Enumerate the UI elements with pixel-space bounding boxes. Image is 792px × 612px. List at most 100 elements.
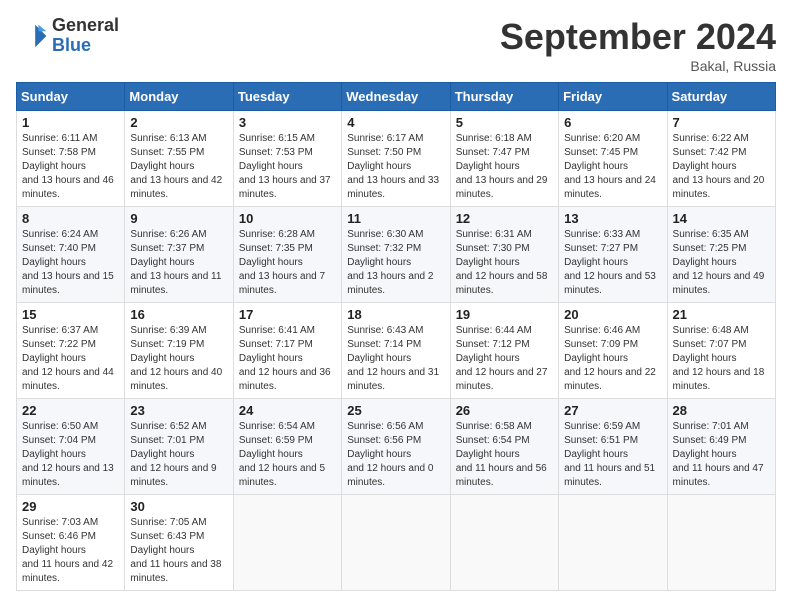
day-number: 30 xyxy=(130,499,227,514)
calendar-week-3: 15 Sunrise: 6:37 AMSunset: 7:22 PMDayligh… xyxy=(17,303,776,399)
day-info: Sunrise: 7:01 AMSunset: 6:49 PMDaylight … xyxy=(673,420,770,490)
calendar-cell xyxy=(233,495,341,591)
calendar-cell: 13 Sunrise: 6:33 AMSunset: 7:27 PMDayligh… xyxy=(559,207,667,303)
calendar-cell: 7Sunrise: 6:22 AMSunset: 7:42 PMDaylight… xyxy=(667,111,775,207)
day-info: Sunrise: 6:18 AMSunset: 7:47 PMDaylight … xyxy=(456,132,553,202)
day-number: 4 xyxy=(347,115,444,130)
day-number: 13 xyxy=(564,211,661,226)
day-number: 18 xyxy=(347,307,444,322)
calendar-header-row: SundayMondayTuesdayWednesdayThursdayFrid… xyxy=(17,83,776,111)
day-info: Sunrise: 6:44 AMSunset: 7:12 PMDaylight … xyxy=(456,324,553,394)
logo: General Blue xyxy=(16,16,119,56)
day-number: 20 xyxy=(564,307,661,322)
day-info: Sunrise: 6:26 AMSunset: 7:37 PMDaylight … xyxy=(130,228,227,298)
calendar-cell: 3 Sunrise: 6:15 AMSunset: 7:53 PMDaylight… xyxy=(233,111,341,207)
calendar-cell: 17 Sunrise: 6:41 AMSunset: 7:17 PMDayligh… xyxy=(233,303,341,399)
calendar-cell: 5 Sunrise: 6:18 AMSunset: 7:47 PMDaylight… xyxy=(450,111,558,207)
day-number: 12 xyxy=(456,211,553,226)
day-info: Sunrise: 6:52 AMSunset: 7:01 PMDaylight … xyxy=(130,420,227,490)
day-info: Sunrise: 6:41 AMSunset: 7:17 PMDaylight … xyxy=(239,324,336,394)
calendar-cell: 15 Sunrise: 6:37 AMSunset: 7:22 PMDayligh… xyxy=(17,303,125,399)
month-title: September 2024 xyxy=(500,16,776,58)
day-info: Sunrise: 6:46 AMSunset: 7:09 PMDaylight … xyxy=(564,324,661,394)
day-number: 21 xyxy=(673,307,770,322)
day-number: 24 xyxy=(239,403,336,418)
day-number: 23 xyxy=(130,403,227,418)
day-header-monday: Monday xyxy=(125,83,233,111)
day-header-sunday: Sunday xyxy=(17,83,125,111)
day-info: Sunrise: 6:24 AMSunset: 7:40 PMDaylight … xyxy=(22,228,119,298)
calendar-cell: 1Sunrise: 6:11 AMSunset: 7:58 PMDaylight… xyxy=(17,111,125,207)
location: Bakal, Russia xyxy=(500,58,776,74)
day-info: Sunrise: 7:03 AMSunset: 6:46 PMDaylight … xyxy=(22,516,119,586)
calendar-table: SundayMondayTuesdayWednesdayThursdayFrid… xyxy=(16,82,776,591)
day-info: Sunrise: 6:13 AMSunset: 7:55 PMDaylight … xyxy=(130,132,227,202)
calendar-cell: 23 Sunrise: 6:52 AMSunset: 7:01 PMDayligh… xyxy=(125,399,233,495)
day-info: Sunrise: 6:20 AMSunset: 7:45 PMDaylight … xyxy=(564,132,661,202)
day-number: 15 xyxy=(22,307,119,322)
day-info: Sunrise: 7:05 AMSunset: 6:43 PMDaylight … xyxy=(130,516,227,586)
day-info: Sunrise: 6:35 AMSunset: 7:25 PMDaylight … xyxy=(673,228,770,298)
day-number: 27 xyxy=(564,403,661,418)
day-info: Sunrise: 6:15 AMSunset: 7:53 PMDaylight … xyxy=(239,132,336,202)
calendar-cell: 25 Sunrise: 6:56 AMSunset: 6:56 PMDayligh… xyxy=(342,399,450,495)
logo-text: General Blue xyxy=(52,16,119,56)
day-header-wednesday: Wednesday xyxy=(342,83,450,111)
calendar-cell: 24 Sunrise: 6:54 AMSunset: 6:59 PMDayligh… xyxy=(233,399,341,495)
calendar-cell: 22Sunrise: 6:50 AMSunset: 7:04 PMDayligh… xyxy=(17,399,125,495)
calendar-cell: 28 Sunrise: 7:01 AMSunset: 6:49 PMDayligh… xyxy=(667,399,775,495)
day-info: Sunrise: 6:33 AMSunset: 7:27 PMDaylight … xyxy=(564,228,661,298)
day-number: 25 xyxy=(347,403,444,418)
calendar-cell: 2 Sunrise: 6:13 AMSunset: 7:55 PMDaylight… xyxy=(125,111,233,207)
day-info: Sunrise: 6:43 AMSunset: 7:14 PMDaylight … xyxy=(347,324,444,394)
day-number: 16 xyxy=(130,307,227,322)
calendar-cell: 19 Sunrise: 6:44 AMSunset: 7:12 PMDayligh… xyxy=(450,303,558,399)
calendar-cell: 16 Sunrise: 6:39 AMSunset: 7:19 PMDayligh… xyxy=(125,303,233,399)
day-info: Sunrise: 6:58 AMSunset: 6:54 PMDaylight … xyxy=(456,420,553,490)
calendar-cell xyxy=(450,495,558,591)
title-block: September 2024 Bakal, Russia xyxy=(500,16,776,74)
page-header: General Blue September 2024 Bakal, Russi… xyxy=(16,16,776,74)
day-info: Sunrise: 6:50 AMSunset: 7:04 PMDaylight … xyxy=(22,420,119,490)
day-header-thursday: Thursday xyxy=(450,83,558,111)
day-number: 2 xyxy=(130,115,227,130)
day-header-saturday: Saturday xyxy=(667,83,775,111)
calendar-cell xyxy=(559,495,667,591)
day-info: Sunrise: 6:17 AMSunset: 7:50 PMDaylight … xyxy=(347,132,444,202)
calendar-cell xyxy=(342,495,450,591)
calendar-cell: 10 Sunrise: 6:28 AMSunset: 7:35 PMDayligh… xyxy=(233,207,341,303)
calendar-cell: 21 Sunrise: 6:48 AMSunset: 7:07 PMDayligh… xyxy=(667,303,775,399)
day-number: 28 xyxy=(673,403,770,418)
day-number: 11 xyxy=(347,211,444,226)
day-info: Sunrise: 6:54 AMSunset: 6:59 PMDaylight … xyxy=(239,420,336,490)
day-info: Sunrise: 6:22 AMSunset: 7:42 PMDaylight … xyxy=(673,132,770,202)
calendar-cell: 9 Sunrise: 6:26 AMSunset: 7:37 PMDaylight… xyxy=(125,207,233,303)
calendar-cell: 8 Sunrise: 6:24 AMSunset: 7:40 PMDaylight… xyxy=(17,207,125,303)
calendar-cell: 4 Sunrise: 6:17 AMSunset: 7:50 PMDaylight… xyxy=(342,111,450,207)
calendar-week-4: 22Sunrise: 6:50 AMSunset: 7:04 PMDayligh… xyxy=(17,399,776,495)
calendar-cell: 14 Sunrise: 6:35 AMSunset: 7:25 PMDayligh… xyxy=(667,207,775,303)
day-number: 9 xyxy=(130,211,227,226)
day-number: 29 xyxy=(22,499,119,514)
day-info: Sunrise: 6:39 AMSunset: 7:19 PMDaylight … xyxy=(130,324,227,394)
day-number: 5 xyxy=(456,115,553,130)
logo-icon xyxy=(16,20,48,52)
calendar-cell: 20 Sunrise: 6:46 AMSunset: 7:09 PMDayligh… xyxy=(559,303,667,399)
calendar-cell: 26 Sunrise: 6:58 AMSunset: 6:54 PMDayligh… xyxy=(450,399,558,495)
day-info: Sunrise: 6:37 AMSunset: 7:22 PMDaylight … xyxy=(22,324,119,394)
day-info: Sunrise: 6:59 AMSunset: 6:51 PMDaylight … xyxy=(564,420,661,490)
day-number: 17 xyxy=(239,307,336,322)
day-number: 26 xyxy=(456,403,553,418)
day-info: Sunrise: 6:28 AMSunset: 7:35 PMDaylight … xyxy=(239,228,336,298)
day-header-friday: Friday xyxy=(559,83,667,111)
day-info: Sunrise: 6:56 AMSunset: 6:56 PMDaylight … xyxy=(347,420,444,490)
day-number: 8 xyxy=(22,211,119,226)
day-number: 10 xyxy=(239,211,336,226)
day-number: 3 xyxy=(239,115,336,130)
calendar-week-2: 8 Sunrise: 6:24 AMSunset: 7:40 PMDaylight… xyxy=(17,207,776,303)
day-number: 14 xyxy=(673,211,770,226)
day-info: Sunrise: 6:48 AMSunset: 7:07 PMDaylight … xyxy=(673,324,770,394)
day-number: 6 xyxy=(564,115,661,130)
day-info: Sunrise: 6:30 AMSunset: 7:32 PMDaylight … xyxy=(347,228,444,298)
day-number: 19 xyxy=(456,307,553,322)
